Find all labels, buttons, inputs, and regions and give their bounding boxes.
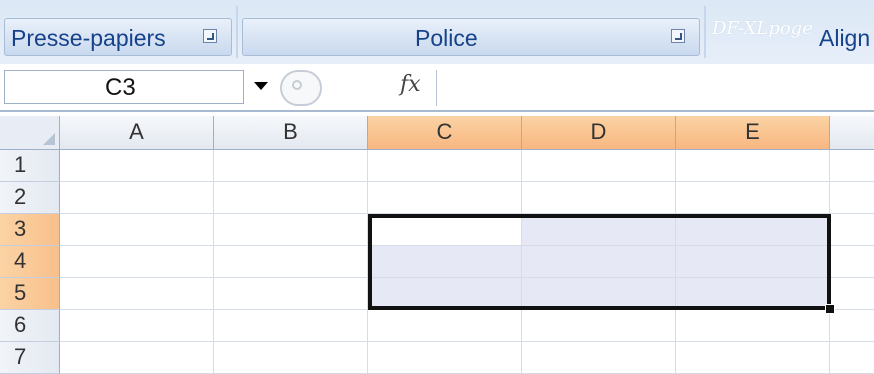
formula-input[interactable]: [437, 70, 874, 104]
column-header-e[interactable]: E: [676, 116, 830, 150]
ribbon: Presse-papiers Police DF-XLpoge Align: [0, 0, 874, 65]
name-box-value: C3: [105, 74, 136, 101]
row-header-2[interactable]: 2: [0, 182, 60, 214]
cell-b6[interactable]: [214, 310, 368, 342]
column-header-a[interactable]: A: [60, 116, 214, 150]
cell-a2[interactable]: [60, 182, 214, 214]
cell-a1[interactable]: [60, 150, 214, 182]
select-all-corner[interactable]: [0, 116, 60, 150]
cell-a7[interactable]: [60, 342, 214, 374]
cell-d2[interactable]: [522, 182, 676, 214]
cell-b3[interactable]: [214, 214, 368, 246]
clipboard-group-label: Presse-papiers: [11, 25, 166, 51]
row-header-3[interactable]: 3: [0, 214, 60, 246]
cell-a5[interactable]: [60, 278, 214, 310]
cell-f1[interactable]: [830, 150, 874, 182]
cell-c7[interactable]: [368, 342, 522, 374]
column-header-f[interactable]: [830, 116, 874, 150]
name-box[interactable]: C3: [4, 70, 244, 104]
font-dialog-launcher-icon[interactable]: [671, 29, 685, 43]
cell-d6[interactable]: [522, 310, 676, 342]
ribbon-group-alignment[interactable]: Align: [712, 18, 874, 56]
cell-d7[interactable]: [522, 342, 676, 374]
cell-e2[interactable]: [676, 182, 830, 214]
cell-f7[interactable]: [830, 342, 874, 374]
cell-c6[interactable]: [368, 310, 522, 342]
alignment-group-label: Align: [819, 25, 871, 51]
cell-e1[interactable]: [676, 150, 830, 182]
ribbon-separator: [236, 6, 238, 58]
cell-b2[interactable]: [214, 182, 368, 214]
cell-c1[interactable]: [368, 150, 522, 182]
cell-b4[interactable]: [214, 246, 368, 278]
ribbon-group-font[interactable]: Police: [242, 18, 700, 56]
row-header-6[interactable]: 6: [0, 310, 60, 342]
fill-handle[interactable]: [825, 304, 835, 314]
clipboard-dialog-launcher-icon[interactable]: [203, 29, 217, 43]
cell-f5[interactable]: [830, 278, 874, 310]
cell-a6[interactable]: [60, 310, 214, 342]
cell-e6[interactable]: [676, 310, 830, 342]
cell-b1[interactable]: [214, 150, 368, 182]
name-box-dropdown-icon[interactable]: [254, 82, 268, 90]
cell-f2[interactable]: [830, 182, 874, 214]
cell-a3[interactable]: [60, 214, 214, 246]
ribbon-separator: [704, 6, 706, 58]
column-header-d[interactable]: D: [522, 116, 676, 150]
formula-bar-splitter-icon[interactable]: [280, 70, 322, 106]
column-header-b[interactable]: B: [214, 116, 368, 150]
cell-c2[interactable]: [368, 182, 522, 214]
row-header-5[interactable]: 5: [0, 278, 60, 310]
formula-bar: C3 fx: [0, 64, 874, 112]
cell-e7[interactable]: [676, 342, 830, 374]
font-group-label: Police: [415, 25, 478, 51]
cell-f3[interactable]: [830, 214, 874, 246]
column-header-c[interactable]: C: [368, 116, 522, 150]
cell-b5[interactable]: [214, 278, 368, 310]
row-header-1[interactable]: 1: [0, 150, 60, 182]
cell-b7[interactable]: [214, 342, 368, 374]
cell-d1[interactable]: [522, 150, 676, 182]
cell-a4[interactable]: [60, 246, 214, 278]
cell-f4[interactable]: [830, 246, 874, 278]
selection-range-border: [368, 214, 831, 310]
insert-function-icon[interactable]: fx: [400, 72, 421, 97]
cell-f6[interactable]: [830, 310, 874, 342]
ribbon-group-clipboard[interactable]: Presse-papiers: [4, 18, 232, 56]
row-header-7[interactable]: 7: [0, 342, 60, 374]
row-header-4[interactable]: 4: [0, 246, 60, 278]
